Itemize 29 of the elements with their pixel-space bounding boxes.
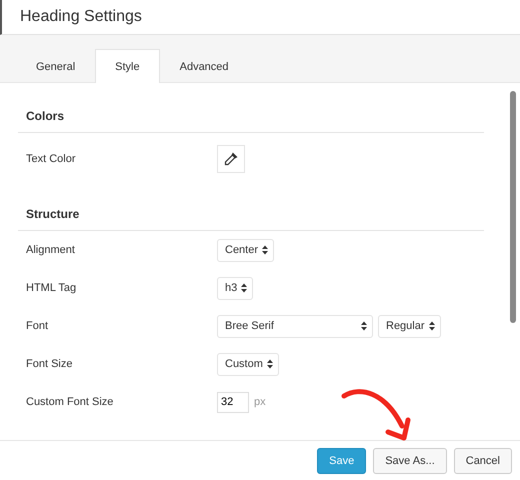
field-label: Alignment (26, 244, 76, 256)
window-title: Heading Settings (20, 8, 142, 26)
updown-icon (361, 321, 367, 331)
tab[interactable]: General (16, 49, 96, 83)
unit-label: px (254, 396, 266, 408)
section-heading: Structure (18, 179, 484, 231)
eyedropper-icon (224, 152, 238, 166)
field-label: Font Size (26, 358, 74, 370)
scrollbar-thumb[interactable] (510, 91, 516, 323)
field-label: Font (26, 320, 50, 332)
color-picker-button[interactable] (217, 145, 245, 173)
field-label: HTML Tag (26, 282, 78, 294)
dialog-button[interactable]: Cancel (454, 448, 512, 474)
number-field[interactable]: 32 (217, 392, 249, 412)
tab[interactable]: Style (95, 49, 160, 83)
section-heading: Colors (18, 83, 484, 133)
dialog-button[interactable]: Save As... (373, 448, 447, 474)
updown-icon (262, 245, 268, 255)
updown-icon (241, 283, 248, 293)
dropdown[interactable]: Regular (378, 314, 441, 338)
dropdown[interactable]: h3 (217, 276, 254, 300)
tab[interactable]: Advanced (160, 49, 249, 83)
field-label: Text Color (26, 153, 77, 165)
updown-icon (428, 321, 435, 331)
updown-icon (266, 359, 273, 369)
dropdown[interactable]: Custom (217, 352, 279, 376)
field-label: Custom Font Size (26, 396, 114, 408)
dropdown[interactable]: Bree Serif (217, 314, 373, 338)
dropdown[interactable]: Center (217, 238, 274, 262)
